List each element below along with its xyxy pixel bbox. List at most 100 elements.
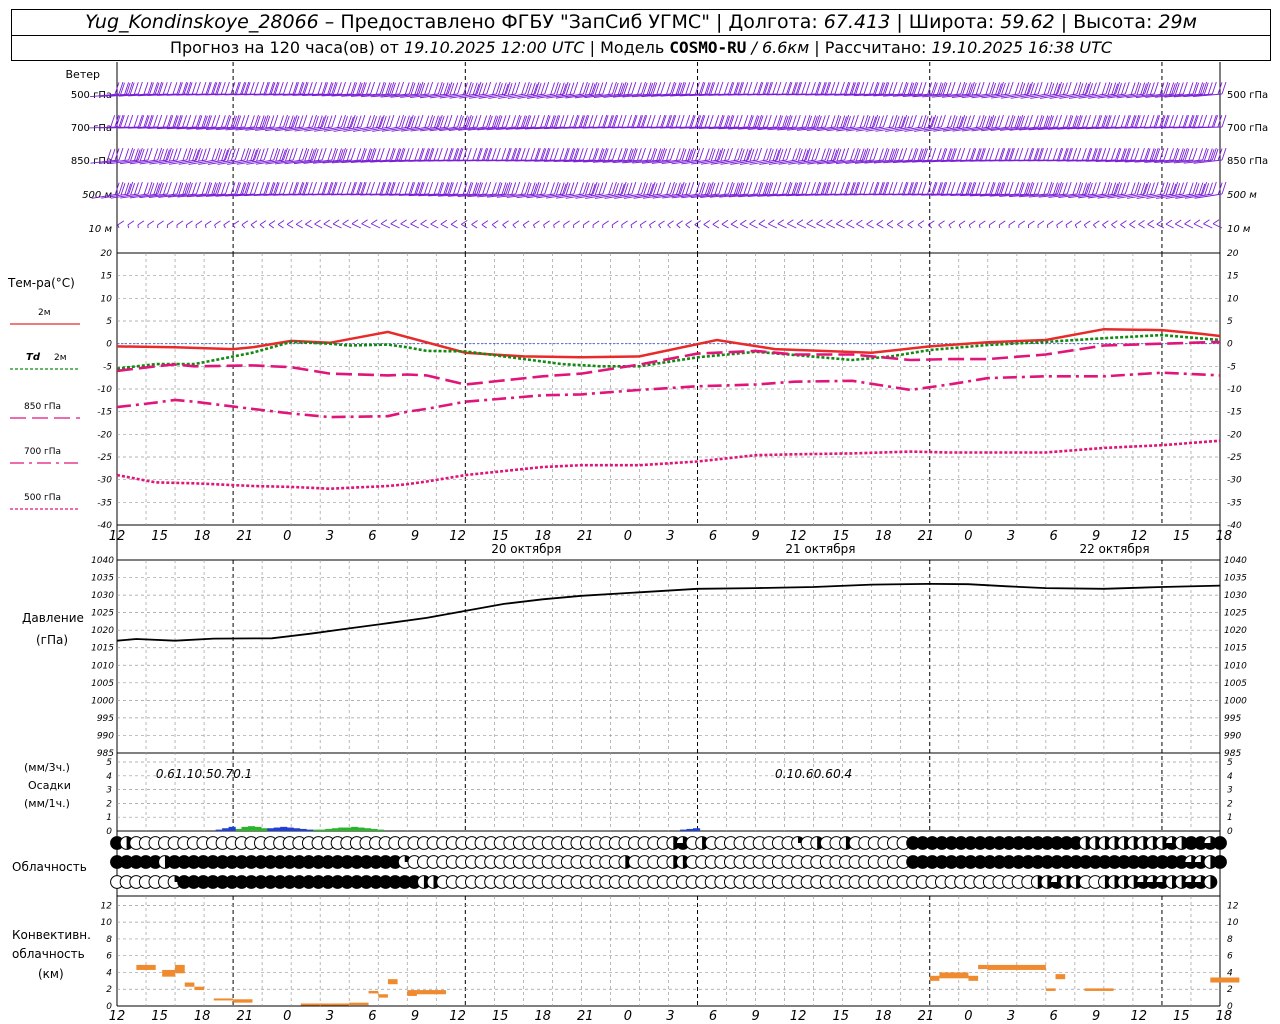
- wind-barb-flag: [147, 220, 155, 226]
- wind-barb-flag: [786, 147, 792, 161]
- wind-barb-flag: [1203, 148, 1209, 162]
- wind-barb-flag: [735, 183, 741, 196]
- date-label: 20 октября: [491, 542, 561, 556]
- precip-bar: [344, 827, 352, 831]
- wind-barb-flag: [440, 219, 448, 225]
- wind-barb-flag: [1053, 115, 1058, 128]
- wind-barb: [1074, 224, 1078, 229]
- wind-barb: [1175, 223, 1184, 229]
- wind-barb-flag: [1091, 115, 1097, 128]
- wind-barb-flag: [341, 81, 346, 95]
- wind-barb-flag: [878, 148, 884, 161]
- wind-barb-flag: [700, 182, 706, 196]
- wind-level-label: 700 гПа: [71, 123, 112, 134]
- wind-barb-flag: [882, 114, 888, 128]
- wind-barb-flag: [641, 147, 646, 161]
- wind-barb-flag: [346, 82, 352, 95]
- temp-tick-left: -20: [97, 430, 112, 440]
- precip-tick-right: 1: [1227, 813, 1233, 823]
- wind-barb-flag: [515, 81, 521, 95]
- legend-label: 2м: [38, 308, 51, 318]
- hour-tick-label: 6: [709, 529, 717, 544]
- conv-cloud-bar: [929, 975, 940, 981]
- precip-bar: [680, 829, 688, 831]
- wind-barb-flag: [834, 181, 840, 195]
- wind-barb-flag: [898, 82, 904, 95]
- wind-barb-flag: [394, 182, 400, 195]
- wind-barb-flag: [540, 182, 546, 195]
- wind-barb-flag: [743, 115, 749, 128]
- hour-tick-label: 15: [151, 1009, 168, 1024]
- wind-barb-flag: [879, 115, 884, 128]
- legend-td-label: Td: [26, 352, 41, 363]
- wind-barb-flag: [703, 220, 710, 225]
- pressure-tick-left: 1035: [91, 574, 114, 584]
- wind-barb: [214, 224, 217, 229]
- pressure-tick-right: 1040: [1224, 556, 1247, 566]
- wind-barb: [127, 224, 130, 229]
- wind-barb: [886, 224, 894, 229]
- precip-total-label: 0.5: [195, 767, 214, 781]
- wind-barb-flag: [1057, 181, 1062, 195]
- conv-cloud-bar: [162, 969, 176, 977]
- wind-barb-flag: [553, 220, 560, 226]
- wind-barb-flag: [630, 220, 638, 226]
- conv-tick-right: 6: [1227, 952, 1233, 962]
- wind-barb-flag: [763, 148, 768, 161]
- wind-barb-flag: [753, 148, 759, 161]
- wind-barb-flag: [163, 182, 168, 195]
- wind-barb: [332, 223, 342, 229]
- wind-barb: [440, 223, 449, 229]
- date-label: 21 октября: [785, 542, 855, 556]
- wind-barb-flag: [533, 220, 540, 226]
- wind-barb-flag: [646, 148, 652, 161]
- wind-barb-flag: [1065, 220, 1073, 226]
- wind-barb-flag: [1047, 181, 1053, 195]
- wind-barb-flag: [830, 182, 836, 195]
- wind-barb: [978, 224, 981, 229]
- wind-barb-flag: [962, 82, 967, 96]
- wind-barb-flag: [321, 147, 327, 161]
- precip-tick-left: 2: [106, 799, 112, 809]
- date-label: 22 октября: [1079, 542, 1149, 556]
- pressure-axis-label: Давление: [22, 611, 84, 625]
- wind-barb-flag: [491, 220, 499, 226]
- wind-barb-flag: [850, 148, 855, 161]
- wind-barb-flag: [453, 182, 458, 195]
- wind-barb-flag: [979, 114, 985, 128]
- wind-barb-flag: [1198, 114, 1203, 128]
- wind-barb-flag: [522, 220, 530, 226]
- wind-barb-flag: [241, 220, 249, 226]
- wind-barb-flag: [724, 182, 730, 195]
- wind-barb-flag: [981, 115, 987, 129]
- wind-barb-flag: [153, 182, 159, 195]
- wind-barb-flag: [1203, 219, 1210, 225]
- wind-barb-flag: [1221, 114, 1227, 128]
- wind-barb-flag: [195, 181, 201, 195]
- wind-barb-flag: [1130, 82, 1136, 95]
- conv-tick-right: 0: [1227, 1002, 1233, 1012]
- wind-barb-flag: [540, 82, 546, 95]
- wind-barb-flag: [1082, 182, 1088, 195]
- wind-barb-flag: [1039, 115, 1045, 129]
- wind-barb-flag: [830, 82, 836, 95]
- wind-barb-flag: [710, 182, 716, 196]
- wind-barb: [667, 224, 671, 229]
- wind-barb-flag: [1004, 115, 1010, 128]
- precip-unit-3h: (мм/3ч.): [24, 761, 70, 774]
- wind-barb-flag: [708, 147, 714, 161]
- wind-barb-flag: [938, 220, 945, 226]
- wind-barb: [740, 223, 749, 229]
- conv-cloud-bar: [136, 964, 156, 970]
- wind-barb-flag: [110, 148, 116, 162]
- wind-barb-flag: [859, 115, 865, 128]
- wind-barb-flag: [395, 82, 400, 95]
- wind-barb-flag: [592, 220, 600, 226]
- precip-bar: [364, 828, 372, 831]
- wind-barb-flag: [172, 82, 178, 95]
- wind-barb-flag: [1111, 220, 1118, 226]
- wind-barb-flag: [1105, 147, 1111, 161]
- wind-barb: [380, 223, 391, 229]
- wind-barb-flag: [563, 114, 569, 128]
- wind-barb-flag: [699, 181, 704, 195]
